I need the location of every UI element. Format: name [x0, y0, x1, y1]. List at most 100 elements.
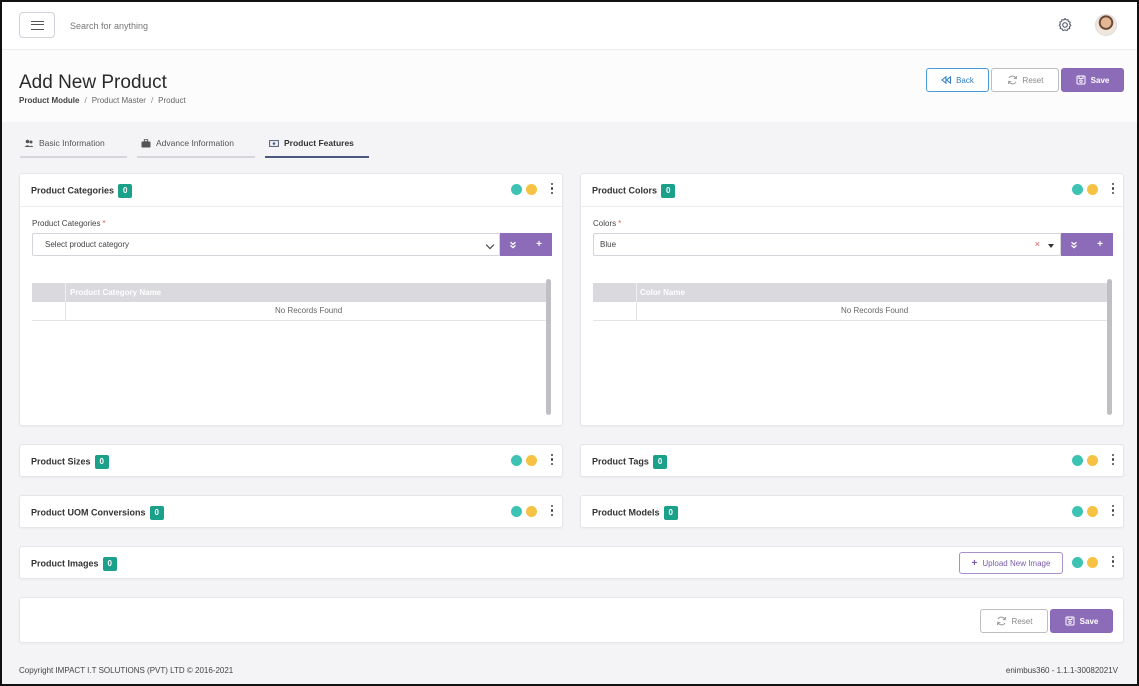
status-dot-teal[interactable]: [1072, 184, 1083, 195]
status-dot-amber[interactable]: [1087, 506, 1098, 517]
card-title: Product Images 0: [31, 557, 117, 571]
refresh-icon: [996, 616, 1006, 626]
divider: [20, 206, 562, 207]
status-dot-teal[interactable]: [1072, 455, 1083, 466]
table-row: No Records Found: [593, 302, 1110, 321]
product-categories-card: Product Categories 0 Product Categories * …: [19, 173, 563, 426]
status-dot-amber[interactable]: [526, 184, 537, 195]
money-icon: [269, 139, 279, 147]
card-title-text: Product Categories: [31, 185, 115, 196]
breadcrumb: Product Module / Product Master / Product: [19, 96, 186, 105]
version-text: enimbus360 - 1.1.1-30082021V: [1005, 666, 1118, 675]
more-options-icon[interactable]: [1110, 556, 1116, 569]
table-header: Product Category Name: [32, 283, 549, 302]
user-avatar[interactable]: [1095, 14, 1117, 36]
product-category-select[interactable]: Select product category: [32, 233, 500, 256]
status-dot-amber[interactable]: [526, 455, 537, 466]
floppy-disk-icon: [1065, 616, 1075, 626]
save-button[interactable]: Save: [1061, 68, 1124, 92]
top-bar: [2, 2, 1137, 50]
breadcrumb-separator: /: [84, 96, 87, 105]
card-title-text: Product Colors: [592, 185, 658, 196]
field-label: Colors *: [593, 219, 621, 228]
more-options-icon[interactable]: [549, 454, 555, 467]
card-title: Product Colors 0: [592, 184, 676, 198]
page-header: Add New Product Product Module / Product M…: [2, 50, 1137, 122]
card-title: Product Tags 0: [592, 455, 668, 469]
caret-down-icon: [1048, 244, 1054, 248]
vertical-scrollbar[interactable]: [1107, 279, 1112, 415]
add-color-button[interactable]: +: [1087, 233, 1113, 256]
status-dot-teal[interactable]: [1072, 506, 1083, 517]
copyright-text: Copyright IMPACT I.T SOLUTIONS (PVT) LTD…: [19, 666, 234, 675]
rewind-icon: [941, 76, 952, 84]
users-icon: [24, 139, 34, 147]
add-category-button[interactable]: +: [526, 233, 552, 256]
status-dot-teal[interactable]: [511, 184, 522, 195]
status-dot-amber[interactable]: [526, 506, 537, 517]
card-title: Product Categories 0: [31, 184, 133, 198]
bottom-reset-button[interactable]: Reset: [980, 609, 1048, 633]
card-title: Product UOM Conversions 0: [31, 506, 164, 520]
more-options-icon[interactable]: [1110, 183, 1116, 196]
save-button-label: Save: [1079, 616, 1099, 626]
status-dot-teal[interactable]: [511, 455, 522, 466]
breadcrumb-item-master[interactable]: Product Master: [92, 96, 146, 105]
search-input[interactable]: [70, 18, 370, 34]
more-options-icon[interactable]: [1110, 505, 1116, 518]
required-mark: *: [102, 219, 106, 228]
count-badge: 0: [102, 557, 117, 571]
breadcrumb-item-module[interactable]: Product Module: [19, 96, 79, 105]
product-tags-card: Product Tags 0: [580, 444, 1124, 477]
selected-color-value: Blue: [600, 240, 617, 249]
more-options-icon[interactable]: [549, 505, 555, 518]
bottom-save-button[interactable]: Save: [1050, 609, 1113, 633]
card-title-text: Product Images: [31, 558, 99, 569]
reset-button-label: Reset: [1011, 616, 1033, 626]
upload-new-image-button[interactable]: + Upload New Image: [959, 552, 1063, 574]
plus-icon: +: [536, 239, 542, 250]
tab-basic-information[interactable]: Basic Information: [20, 130, 127, 158]
back-button[interactable]: Back: [926, 68, 989, 92]
field-label-text: Colors: [593, 219, 617, 228]
count-badge: 0: [94, 455, 109, 469]
menu-toggle-button[interactable]: [19, 12, 55, 38]
expand-options-button[interactable]: [500, 233, 526, 256]
table-cell: [32, 302, 66, 321]
status-dot-amber[interactable]: [1087, 184, 1098, 195]
tab-product-features[interactable]: Product Features: [265, 130, 369, 158]
card-title-text: Product Models: [592, 507, 660, 518]
card-title: Product Sizes 0: [31, 455, 109, 469]
status-dot-teal[interactable]: [1072, 557, 1083, 568]
tab-label: Basic Information: [39, 138, 105, 148]
more-options-icon[interactable]: [1110, 454, 1116, 467]
product-models-card: Product Models 0: [580, 495, 1124, 528]
categories-table: Product Category Name No Records Found: [32, 283, 549, 323]
count-badge: 0: [149, 506, 164, 520]
status-dot-amber[interactable]: [1087, 455, 1098, 466]
status-dot-amber[interactable]: [1087, 557, 1098, 568]
briefcase-icon: [141, 138, 151, 147]
upload-button-label: Upload New Image: [982, 558, 1051, 568]
plus-icon: +: [971, 557, 978, 569]
gear-icon[interactable]: [1057, 17, 1073, 33]
reset-button[interactable]: Reset: [991, 68, 1059, 92]
table-row: No Records Found: [32, 302, 549, 321]
breadcrumb-separator: /: [150, 96, 154, 105]
vertical-scrollbar[interactable]: [546, 279, 551, 415]
product-images-card: Product Images 0 + Upload New Image: [19, 546, 1124, 579]
hamburger-icon: [30, 20, 44, 30]
status-dot-teal[interactable]: [511, 506, 522, 517]
column-header-category-name[interactable]: Product Category Name: [70, 288, 161, 297]
table-header-cell: [32, 283, 66, 302]
expand-options-button[interactable]: [1061, 233, 1087, 256]
field-label-text: Product Categories: [32, 219, 101, 228]
tab-advance-information[interactable]: Advance Information: [137, 130, 255, 158]
more-options-icon[interactable]: [549, 183, 555, 196]
column-header-color-name[interactable]: Color Name: [640, 288, 685, 297]
reset-button-label: Reset: [1022, 75, 1044, 85]
plus-icon: +: [1097, 239, 1103, 250]
colors-select[interactable]: Blue ×: [593, 233, 1061, 256]
clear-selection-icon[interactable]: ×: [1035, 239, 1040, 249]
card-title: Product Models 0: [592, 506, 678, 520]
